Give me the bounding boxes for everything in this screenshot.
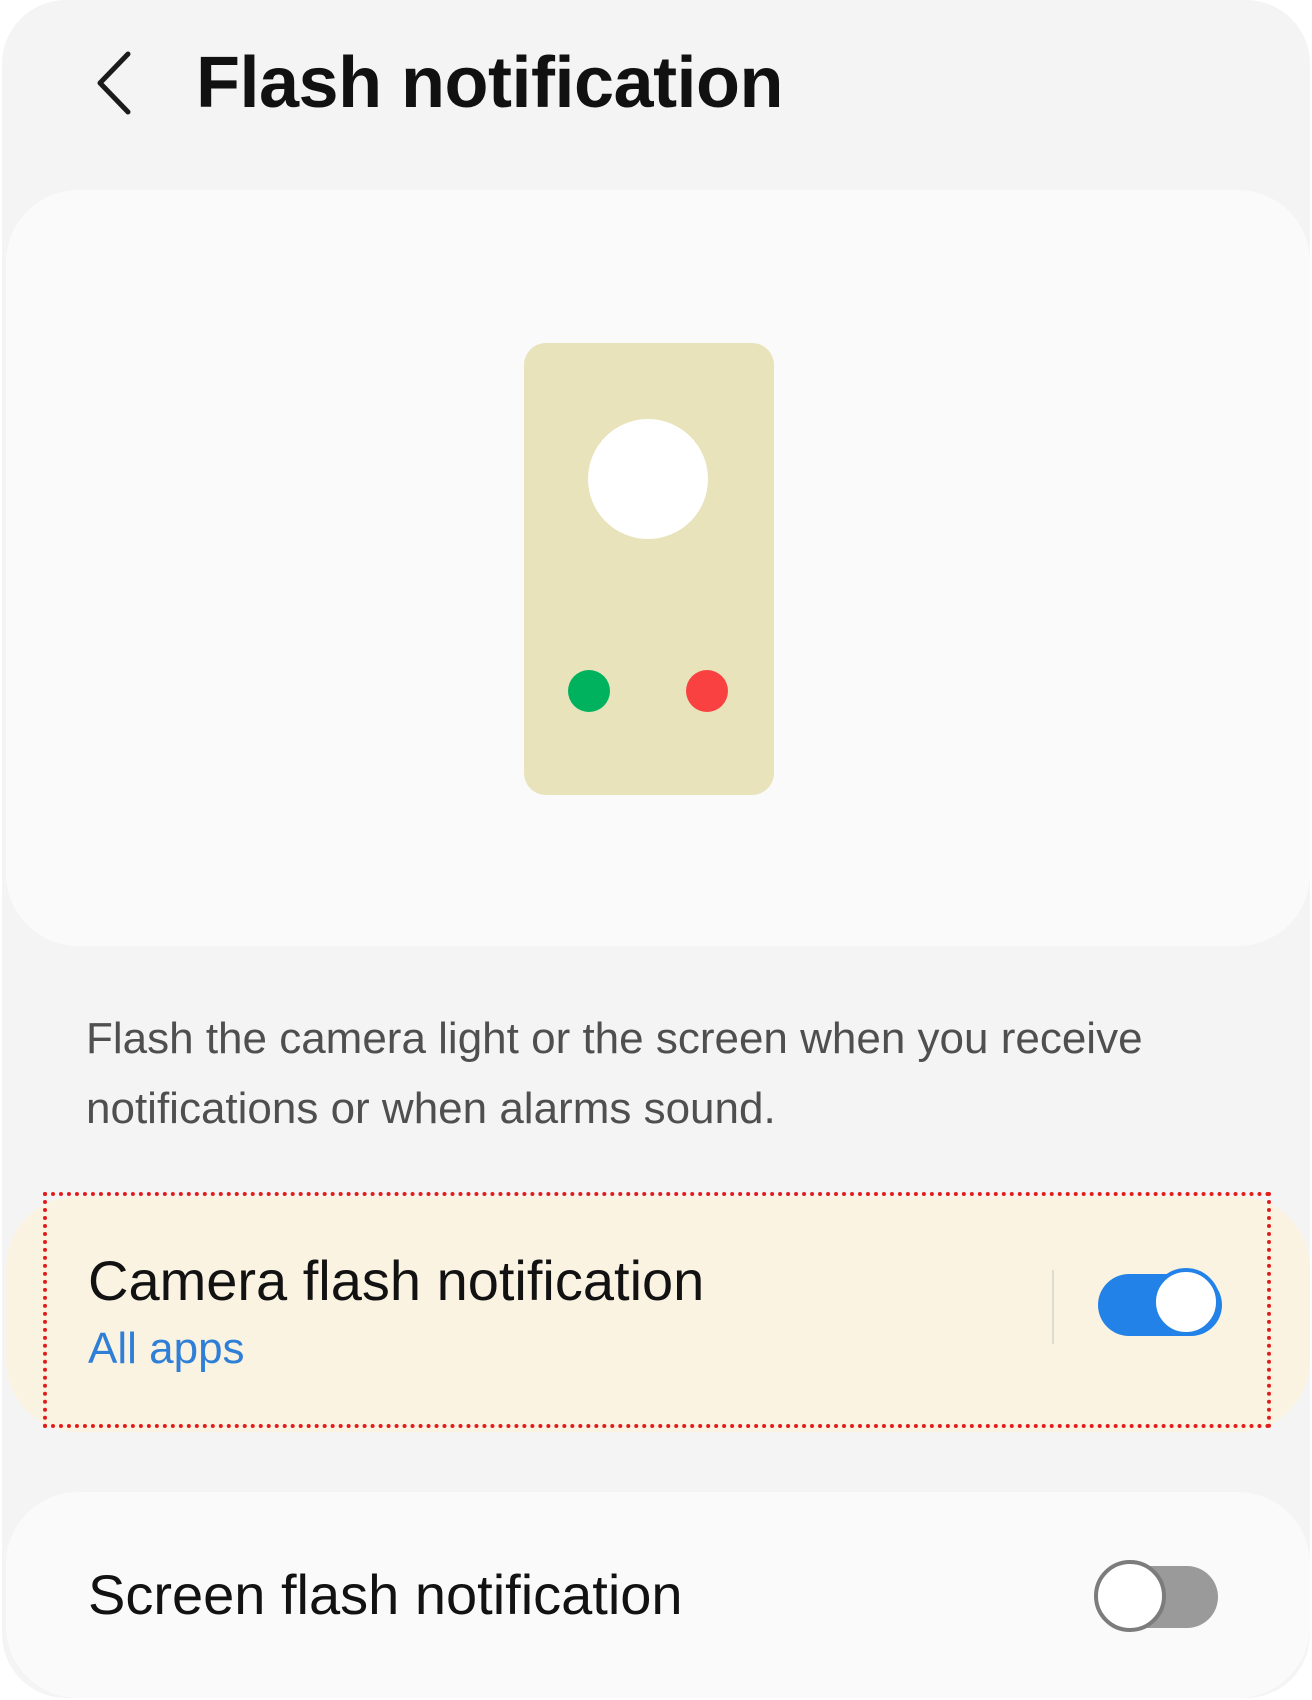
toggle-thumb <box>1152 1268 1220 1336</box>
feature-description: Flash the camera light or the screen whe… <box>86 1014 1143 1133</box>
back-button[interactable] <box>74 38 154 128</box>
screen-flash-notification-toggle[interactable] <box>1094 1560 1218 1634</box>
camera-flash-notification-subtitle[interactable]: All apps <box>88 1324 245 1374</box>
toggle-thumb <box>1094 1560 1166 1632</box>
red-dot <box>686 670 728 712</box>
camera-flash-notification-title: Camera flash notification <box>88 1249 705 1312</box>
camera-flash-light <box>588 419 708 539</box>
green-dot <box>568 670 610 712</box>
camera-flash-notification-row[interactable]: Camera flash notification All apps <box>6 1196 1310 1432</box>
illustration-card <box>6 190 1310 946</box>
screen-flash-notification-row[interactable]: Screen flash notification <box>6 1492 1310 1698</box>
chevron-left-icon <box>97 51 131 115</box>
phone-back-illustration <box>524 343 774 795</box>
screen-flash-notification-title: Screen flash notification <box>88 1563 683 1626</box>
phone-screen: Flash notification Flash the camera ligh… <box>2 0 1310 1698</box>
camera-flash-notification-toggle[interactable] <box>1098 1268 1222 1342</box>
row-divider <box>1052 1270 1054 1344</box>
page-title: Flash notification <box>196 43 784 123</box>
app-bar: Flash notification <box>2 0 1310 170</box>
